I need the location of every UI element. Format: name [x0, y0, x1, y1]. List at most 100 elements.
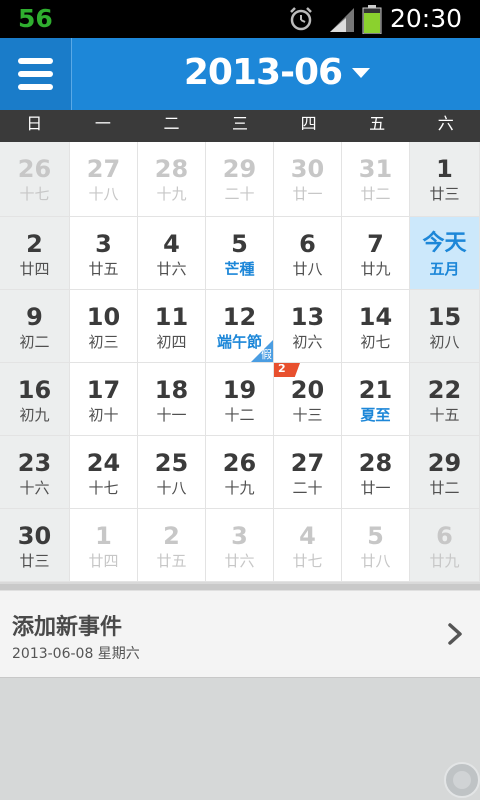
calendar-day[interactable]: 11 初四: [138, 290, 206, 363]
calendar-day[interactable]: 27 二十: [274, 436, 342, 509]
day-number: 13: [290, 303, 325, 331]
calendar-day[interactable]: 3 廿五: [70, 217, 138, 290]
calendar-day[interactable]: 18 十一: [138, 363, 206, 436]
calendar-day[interactable]: 2 廿四: [0, 217, 70, 290]
day-number: 26: [17, 155, 52, 183]
calendar-day[interactable]: 30 廿三: [0, 509, 70, 582]
calendar-day[interactable]: 21 夏至: [342, 363, 410, 436]
day-number: 21: [358, 376, 393, 404]
calendar-day[interactable]: 26 十九: [206, 436, 274, 509]
calendar-day[interactable]: 27 十八: [70, 142, 138, 217]
lunar-date: 廿九: [360, 260, 391, 278]
lunar-date: 廿五: [88, 260, 119, 278]
calendar-day[interactable]: 20 十三 2: [274, 362, 342, 436]
battery-icon: [362, 5, 382, 34]
day-number: 29: [427, 449, 462, 477]
lunar-date: 廿五: [156, 552, 187, 570]
lunar-date: 十八: [156, 479, 187, 497]
calendar-day[interactable]: 31 廿二: [342, 142, 410, 217]
calendar-day[interactable]: 7 廿九: [342, 217, 410, 290]
weekday-header: 日一二三四五六: [0, 110, 480, 142]
calendar-day[interactable]: 17 初十: [70, 363, 138, 436]
calendar-day[interactable]: 23 十六: [0, 436, 70, 509]
calendar-day[interactable]: 2 廿五: [138, 509, 206, 582]
notification-count: 56: [18, 4, 53, 33]
day-number: 24: [86, 449, 121, 477]
lunar-date: 初七: [360, 333, 391, 351]
calendar-day-today[interactable]: 今天 五月: [410, 217, 480, 290]
lunar-date: 芒種: [224, 260, 255, 278]
day-number: 16: [17, 376, 52, 404]
calendar-day[interactable]: 16 初九: [0, 363, 70, 436]
add-event-date: 2013-06-08 星期六: [12, 646, 140, 662]
lunar-date: 廿七: [292, 552, 323, 570]
lunar-date: 初十: [88, 406, 119, 424]
calendar-day[interactable]: 9 初二: [0, 290, 70, 363]
day-number: 27: [290, 449, 325, 477]
lunar-date: 廿九: [429, 552, 460, 570]
calendar-day[interactable]: 6 廿九: [410, 509, 480, 582]
day-number: 10: [86, 303, 121, 331]
calendar-day[interactable]: 1 廿三: [410, 142, 480, 217]
day-number: 4: [299, 522, 316, 550]
lunar-date: 廿三: [19, 552, 50, 570]
day-number: 6: [436, 522, 453, 550]
calendar-day[interactable]: 6 廿八: [274, 217, 342, 290]
calendar-day[interactable]: 4 廿六: [138, 217, 206, 290]
calendar-day[interactable]: 24 十七: [70, 436, 138, 509]
calendar-day[interactable]: 1 廿四: [70, 509, 138, 582]
day-number: 3: [231, 522, 248, 550]
day-number: 15: [427, 303, 462, 331]
calendar-day[interactable]: 14 初七: [342, 290, 410, 363]
chevron-right-icon: [448, 623, 462, 645]
holiday-badge-label: 假: [261, 348, 272, 361]
floating-assist-button[interactable]: [444, 762, 480, 798]
calendar-day[interactable]: 10 初三: [70, 290, 138, 363]
calendar-day[interactable]: 26 十七: [0, 142, 70, 217]
day-number: 2: [163, 522, 180, 550]
calendar-day[interactable]: 3 廿六: [206, 509, 274, 582]
lunar-date: 十七: [19, 185, 50, 203]
day-number: 4: [163, 230, 180, 258]
month-title: 2013-06: [183, 52, 343, 93]
lunar-date: 廿二: [429, 479, 460, 497]
calendar-day[interactable]: 5 芒種: [206, 217, 274, 290]
menu-button[interactable]: [0, 38, 72, 110]
calendar-day[interactable]: 13 初六: [274, 290, 342, 363]
day-number: 12: [222, 303, 257, 331]
lunar-date: 十七: [88, 479, 119, 497]
calendar-grid: 26 十七 27 十八 28 十九 29 二十 30 廿一 31 廿二 1 廿三 2 廿四 3 廿五 4 廿六 5 芒種 6…: [0, 142, 480, 584]
calendar-day[interactable]: 5 廿八: [342, 509, 410, 582]
lunar-date: 廿六: [156, 260, 187, 278]
lunar-date: 十三: [292, 406, 323, 424]
day-number: 3: [95, 230, 112, 258]
dropdown-triangle-icon: [352, 67, 371, 78]
calendar-day[interactable]: 29 二十: [206, 142, 274, 217]
add-event-row[interactable]: 添加新事件 2013-06-08 星期六: [0, 590, 480, 678]
add-event-title: 添加新事件: [12, 615, 123, 640]
lunar-date: 十九: [156, 185, 187, 203]
day-number: 18: [154, 376, 189, 404]
lunar-date: 廿三: [429, 185, 460, 203]
lunar-date: 廿四: [19, 260, 50, 278]
calendar-day[interactable]: 28 十九: [138, 142, 206, 217]
month-selector[interactable]: 2013-06: [74, 38, 480, 110]
signal-icon: [330, 8, 354, 32]
calendar-day[interactable]: 22 十五: [410, 363, 480, 436]
day-number: 5: [367, 522, 384, 550]
lunar-date: 廿一: [360, 479, 391, 497]
lunar-date: 初八: [429, 333, 460, 351]
lunar-date: 二十: [224, 185, 255, 203]
calendar-day[interactable]: 15 初八: [410, 290, 480, 363]
calendar-day[interactable]: 12 端午節假: [206, 290, 274, 363]
calendar-day[interactable]: 30 廿一: [274, 142, 342, 217]
calendar-day[interactable]: 4 廿七: [274, 509, 342, 582]
calendar-day[interactable]: 19 十二: [206, 363, 274, 436]
calendar-day[interactable]: 25 十八: [138, 436, 206, 509]
weekday-label: 六: [437, 114, 454, 133]
day-number: 14: [358, 303, 393, 331]
lunar-date: 夏至: [360, 406, 391, 424]
calendar-day[interactable]: 29 廿二: [410, 436, 480, 509]
lunar-date: 廿八: [292, 260, 323, 278]
calendar-day[interactable]: 28 廿一: [342, 436, 410, 509]
